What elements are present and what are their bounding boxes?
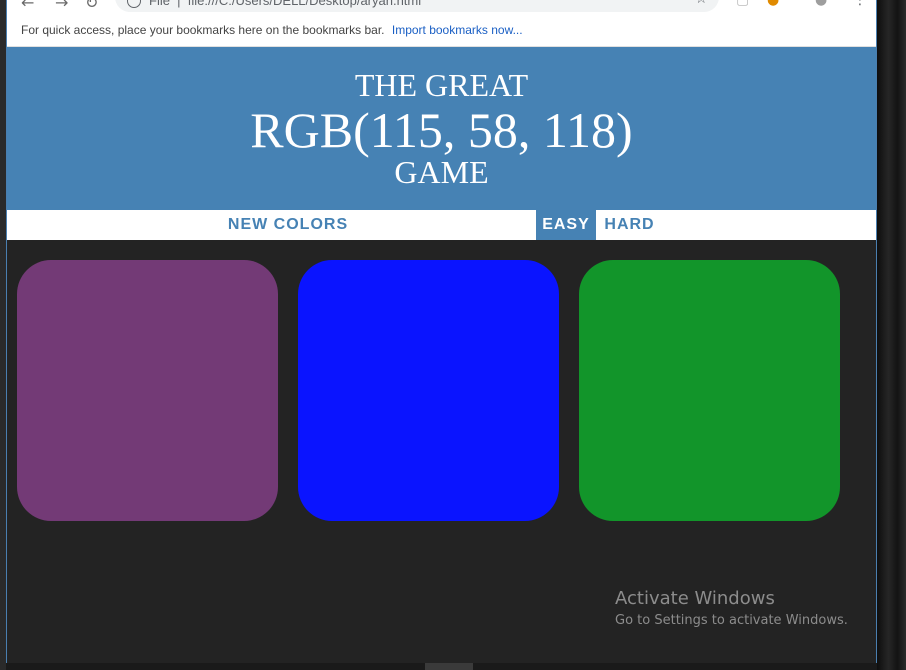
control-stripe: NEW COLORS EASY HARD — [7, 210, 876, 240]
url-value: file:///C:/Users/DELL/Desktop/aryan.html — [187, 0, 422, 8]
desktop-background-right — [877, 0, 906, 670]
easy-mode-button[interactable]: EASY — [536, 210, 596, 240]
bookmark-star-icon[interactable]: ☆ — [695, 0, 708, 7]
extension-icon-orange[interactable]: ● — [767, 0, 779, 8]
taskbar-item[interactable] — [425, 663, 473, 670]
color-square[interactable] — [298, 260, 559, 521]
game-header: THE GREAT RGB(115, 58, 118) GAME — [7, 47, 876, 210]
bookmarks-bar: For quick access, place your bookmarks h… — [7, 14, 876, 47]
watermark-subtitle: Go to Settings to activate Windows. — [615, 613, 848, 628]
profile-avatar-icon[interactable]: ● — [815, 0, 827, 8]
reload-icon[interactable]: ↻ — [85, 0, 98, 12]
color-square[interactable] — [579, 260, 840, 521]
import-bookmarks-link[interactable]: Import bookmarks now... — [392, 23, 523, 37]
title-line-1: THE GREAT — [354, 67, 529, 103]
back-icon[interactable]: ← — [21, 0, 34, 12]
browser-window: ← → ↻ File | file:///C:/Users/DELL/Deskt… — [6, 0, 877, 663]
new-colors-button[interactable]: NEW COLORS — [217, 210, 359, 240]
title-line-3: GAME — [394, 154, 489, 190]
activate-windows-watermark: Activate Windows Go to Settings to activ… — [615, 588, 848, 632]
site-info-icon[interactable] — [127, 0, 141, 8]
address-bar[interactable]: File | file:///C:/Users/DELL/Desktop/ary… — [115, 0, 719, 12]
color-display: RGB(115, 58, 118) — [250, 102, 633, 158]
extension-icon[interactable]: ▢ — [736, 0, 749, 8]
color-square[interactable] — [17, 260, 278, 521]
forward-icon[interactable]: → — [55, 0, 68, 12]
hard-mode-button[interactable]: HARD — [596, 210, 663, 240]
address-text: File | file:///C:/Users/DELL/Desktop/ary… — [149, 0, 421, 8]
menu-icon[interactable]: ⋮ — [853, 0, 867, 8]
bookmarks-bar-hint: For quick access, place your bookmarks h… — [21, 23, 385, 37]
watermark-title: Activate Windows — [615, 588, 775, 609]
browser-toolbar: ← → ↻ File | file:///C:/Users/DELL/Deskt… — [7, 0, 876, 14]
url-scheme: File — [149, 0, 170, 8]
